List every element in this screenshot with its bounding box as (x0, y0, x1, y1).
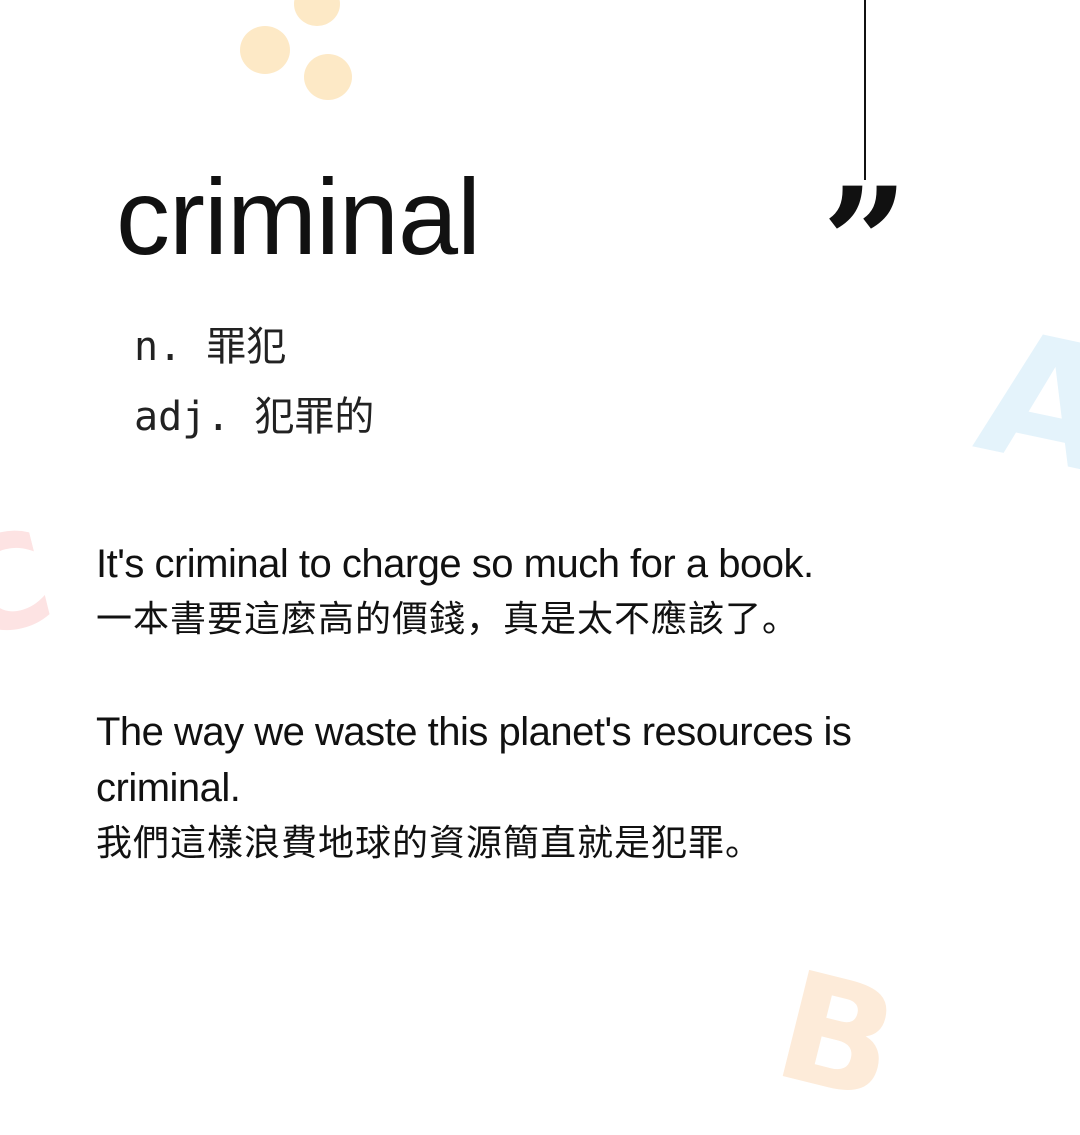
decor-letter-a: A (962, 292, 1080, 514)
example-2: The way we waste this planet's resources… (96, 704, 976, 872)
decor-letter-b: B (760, 938, 914, 1135)
definitions: n. 罪犯 adj. 犯罪的 (134, 312, 374, 452)
definition-meaning: 罪犯 (206, 324, 287, 370)
example-sentences: It's criminal to charge so much for a bo… (96, 536, 976, 872)
part-of-speech: adj. (134, 394, 231, 440)
definition-noun: n. 罪犯 (134, 312, 374, 382)
definition-adjective: adj. 犯罪的 (134, 382, 374, 452)
decor-dot (294, 0, 340, 26)
decor-dot (304, 54, 352, 100)
decor-vertical-line (864, 0, 866, 180)
example-chinese: 一本書要這麼高的價錢，真是太不應該了。 (96, 599, 800, 640)
closing-quote-icon: ” (822, 155, 909, 331)
decor-dot (240, 26, 290, 74)
example-english: The way we waste this planet's resources… (96, 710, 852, 810)
headword: criminal (116, 156, 481, 277)
definition-meaning: 犯罪的 (254, 394, 375, 440)
decor-letter-c: C (0, 499, 67, 671)
part-of-speech: n. (134, 324, 183, 370)
example-1: It's criminal to charge so much for a bo… (96, 536, 976, 648)
example-english: It's criminal to charge so much for a bo… (96, 542, 814, 586)
example-chinese: 我們這樣浪費地球的資源簡直就是犯罪。 (96, 823, 763, 864)
